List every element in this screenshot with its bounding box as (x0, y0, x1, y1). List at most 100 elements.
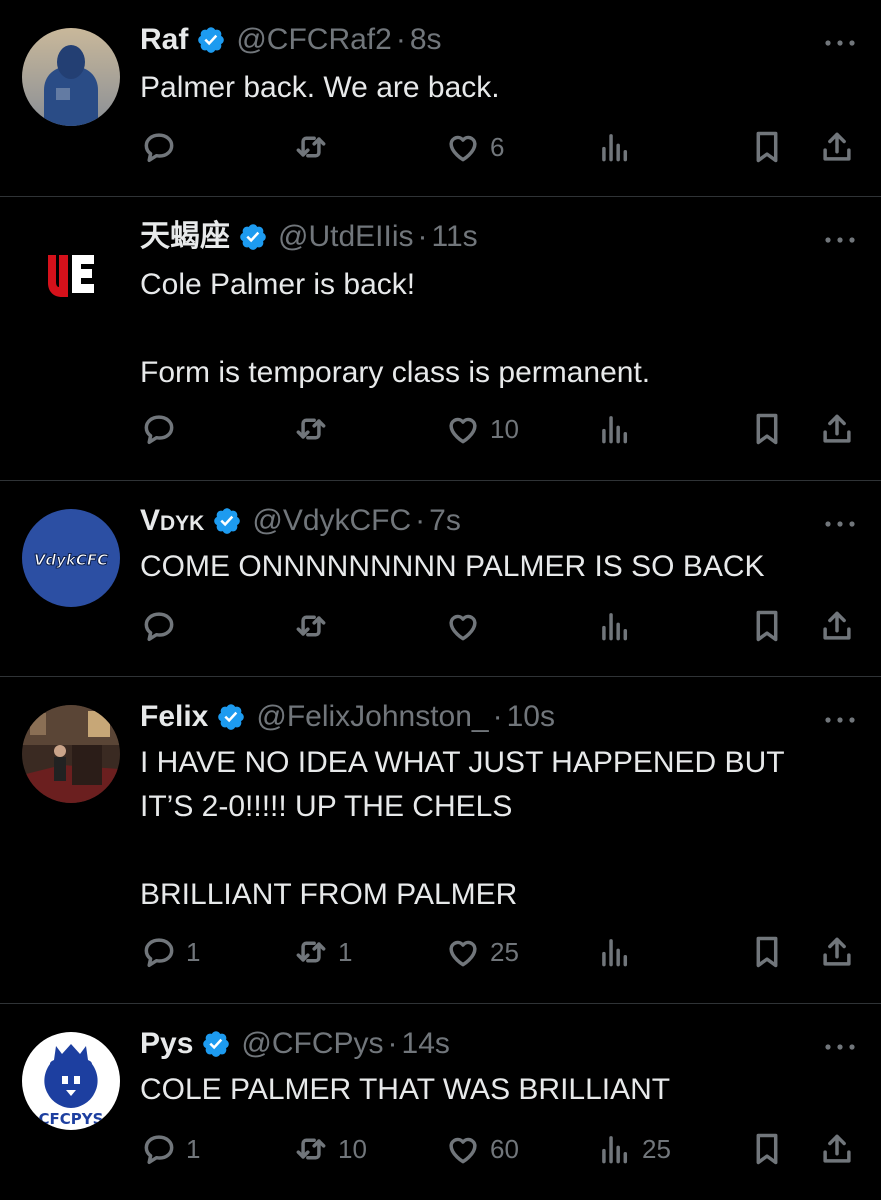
more-options-icon[interactable] (823, 519, 857, 529)
repost-button[interactable] (292, 128, 338, 166)
more-options-icon[interactable] (823, 235, 857, 245)
share-icon (818, 933, 856, 971)
avatar[interactable] (22, 225, 120, 323)
display-name[interactable]: Pys (140, 1026, 193, 1062)
tweet-vdyk[interactable]: VdykCFC Vdyk @VdykCFC · 7s COME ONNNNNNN… (0, 481, 881, 677)
avatar-image-hooded-figure (22, 28, 120, 126)
repost-count: 1 (338, 936, 353, 967)
timestamp[interactable]: 11s (431, 219, 477, 255)
bookmark-icon (748, 1130, 786, 1168)
handle[interactable]: @FelixJohnston_ (256, 699, 488, 735)
heart-icon (444, 410, 482, 448)
display-name[interactable]: Raf (140, 22, 188, 58)
repost-button[interactable] (292, 410, 338, 448)
avatar-image-cfcpys-lion-logo: CFCPYS (22, 1032, 120, 1130)
avatar[interactable]: VdykCFC (22, 509, 120, 607)
bookmark-button[interactable] (748, 607, 786, 645)
like-button[interactable]: 6 (444, 128, 504, 166)
tweet-raf[interactable]: Raf @CFCRaf2 · 8s Palmer back. We are ba… (0, 0, 881, 197)
reply-button[interactable] (140, 607, 186, 645)
tweet-text: Cole Palmer is back! Form is temporary c… (140, 268, 651, 389)
like-button[interactable]: 10 (444, 410, 519, 448)
handle[interactable]: @CFCRaf2 (236, 22, 391, 58)
views-button[interactable] (596, 128, 642, 166)
avatar-image-vdykcfc-logo: VdykCFC (22, 509, 120, 607)
views-icon (596, 128, 634, 166)
reply-button[interactable] (140, 128, 186, 166)
reply-icon (140, 410, 178, 448)
verified-badge-icon (212, 506, 242, 536)
reply-icon (140, 607, 178, 645)
share-icon (818, 607, 856, 645)
bookmark-button[interactable] (748, 933, 786, 971)
share-button[interactable] (818, 1130, 856, 1168)
repost-count: 10 (338, 1133, 367, 1164)
timestamp[interactable]: 8s (410, 22, 442, 58)
avatar-image-ue-logo (22, 225, 120, 323)
tweet-text: Palmer back. We are back. (140, 71, 500, 104)
like-count: 6 (490, 131, 505, 162)
avatar-logo-text: CFCPYS (39, 1110, 104, 1128)
like-button[interactable] (444, 607, 490, 645)
more-options-icon[interactable] (823, 38, 857, 48)
like-button[interactable]: 25 (444, 933, 519, 971)
bookmark-button[interactable] (748, 1130, 786, 1168)
display-name[interactable]: 天蝎座 (140, 219, 230, 255)
like-count: 10 (490, 413, 519, 444)
tweet-text: COLE PALMER THAT WAS BRILLIANT (140, 1073, 671, 1106)
avatar[interactable] (22, 705, 120, 803)
tweet-felix[interactable]: Felix @FelixJohnston_ · 10s I HAVE NO ID… (0, 677, 881, 1004)
repost-icon (292, 128, 330, 166)
avatar[interactable]: CFCPYS (22, 1032, 120, 1130)
views-button[interactable]: 25 (596, 1130, 671, 1168)
repost-button[interactable]: 1 (292, 933, 352, 971)
share-button[interactable] (818, 128, 856, 166)
bookmark-icon (748, 410, 786, 448)
handle[interactable]: @VdykCFC (252, 503, 411, 539)
verified-badge-icon (196, 25, 226, 55)
repost-icon (292, 607, 330, 645)
tweet-text: I HAVE NO IDEA WHAT JUST HAPPENED BUT IT… (140, 746, 785, 911)
display-name[interactable]: Felix (140, 699, 208, 735)
share-icon (818, 410, 856, 448)
handle[interactable]: @CFCPys (241, 1026, 383, 1062)
avatar[interactable] (22, 28, 120, 126)
separator: · (415, 504, 426, 537)
like-button[interactable]: 60 (444, 1130, 519, 1168)
timestamp[interactable]: 10s (507, 699, 555, 735)
timestamp[interactable]: 14s (402, 1026, 450, 1062)
more-options-icon[interactable] (823, 715, 857, 725)
verified-badge-icon (216, 702, 246, 732)
share-button[interactable] (818, 410, 856, 448)
views-button[interactable] (596, 933, 642, 971)
reply-button[interactable]: 1 (140, 1130, 200, 1168)
repost-icon (292, 410, 330, 448)
heart-icon (444, 128, 482, 166)
reply-icon (140, 128, 178, 166)
repost-button[interactable] (292, 607, 338, 645)
tweet-utdeiiis[interactable]: 天蝎座 @UtdEIIis · 11s Cole Palmer is back!… (0, 197, 881, 481)
verified-badge-icon (238, 222, 268, 252)
handle[interactable]: @UtdEIIis (278, 219, 413, 255)
repost-icon (292, 1130, 330, 1168)
tweet-pys[interactable]: CFCPYS Pys @CFCPys · 14s COLE PALMER THA… (0, 1004, 881, 1200)
separator: · (492, 700, 503, 733)
share-button[interactable] (818, 607, 856, 645)
views-icon (596, 410, 634, 448)
views-button[interactable] (596, 607, 642, 645)
bookmark-icon (748, 128, 786, 166)
repost-button[interactable]: 10 (292, 1130, 367, 1168)
share-button[interactable] (818, 933, 856, 971)
reply-button[interactable]: 1 (140, 933, 200, 971)
bookmark-button[interactable] (748, 128, 786, 166)
views-button[interactable] (596, 410, 642, 448)
share-icon (818, 128, 856, 166)
bookmark-icon (748, 607, 786, 645)
reply-button[interactable] (140, 410, 186, 448)
bookmark-button[interactable] (748, 410, 786, 448)
more-options-icon[interactable] (823, 1042, 857, 1052)
heart-icon (444, 933, 482, 971)
timestamp[interactable]: 7s (429, 503, 461, 539)
tweet-text: COME ONNNNNNNNN PALMER IS SO BACK (140, 550, 765, 583)
display-name[interactable]: Vdyk (140, 503, 204, 539)
